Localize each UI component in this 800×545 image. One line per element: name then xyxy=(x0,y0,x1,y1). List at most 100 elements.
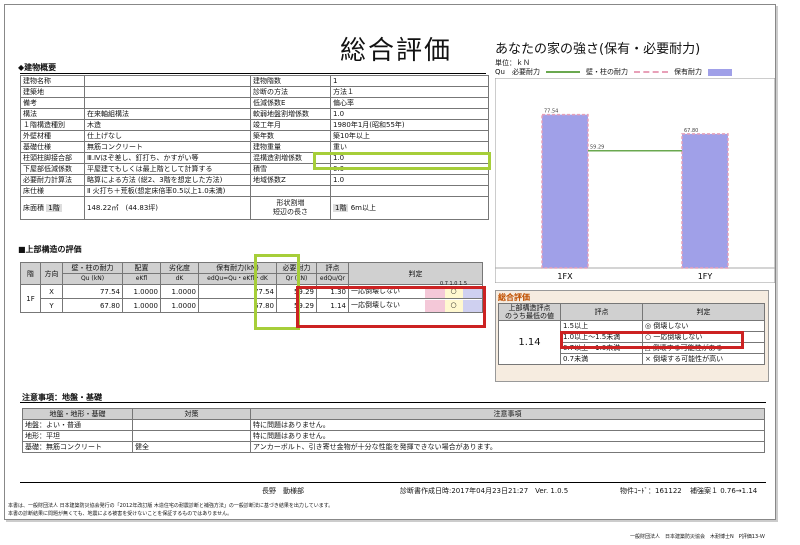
sub-score: edQu/Qr xyxy=(316,273,349,285)
chart-frame xyxy=(495,78,775,283)
building-value: 平屋建てもしくは最上階として計算する xyxy=(84,163,251,175)
building-value: 仕上げなし xyxy=(84,130,251,142)
building-label: 備考 xyxy=(20,97,85,109)
building-value xyxy=(84,75,251,87)
notes-cell xyxy=(132,430,251,442)
page-title: 総合評価 xyxy=(340,36,453,66)
footer-note2: 本書の診断結果に問題が無くても、地震による被害を受けないことを保証するものではあ… xyxy=(8,511,233,517)
overall-value: 1.14 xyxy=(498,320,561,365)
sub-dk: dK xyxy=(160,273,199,285)
highlight-overall xyxy=(560,331,744,349)
building-row: 備考 低減係数E 偏心率 xyxy=(20,97,489,109)
dk-y: 1.0000 xyxy=(160,298,199,313)
floor-area-label-text: 床面積 xyxy=(23,204,44,212)
highlight-judge xyxy=(296,286,486,328)
dir-x: X xyxy=(40,284,63,299)
floor-area-value: 148.22㎡ (44.83坪) xyxy=(84,196,251,220)
bar-chart: 77.54 1FX 67.80 1FY 59.29 xyxy=(495,78,775,283)
notes-cell xyxy=(132,419,251,431)
qu-y: 67.80 xyxy=(62,298,123,313)
building-label: 診断の方法 xyxy=(250,86,331,98)
legend-1: 壁・柱の耐力 xyxy=(585,68,628,76)
hdr-qu: 壁・柱の耐力 xyxy=(62,262,123,274)
notes-cell: 特に問題はありません。 xyxy=(250,430,765,442)
building-label: 建物名称 xyxy=(20,75,85,87)
building-value: 略算による方法 (総2、3階を想定した方法) xyxy=(84,174,251,186)
highlight-weight xyxy=(313,152,491,170)
building-label: 建築地 xyxy=(20,86,85,98)
building-value: 1.0 xyxy=(330,174,489,186)
building-row: １階構造種別 木造 竣工年月 1980年1月(昭和55年) xyxy=(20,119,489,131)
building-label: 下屋部低減係数 xyxy=(20,163,85,175)
ekfl-x: 1.0000 xyxy=(122,284,161,299)
overall-judge-3: × 倒壊する可能性が高い xyxy=(642,353,765,365)
short-side-label1: 形状割増 xyxy=(276,199,305,207)
notes-cell: 地盤：よい・普通 xyxy=(22,419,133,431)
short-side-label2: 短辺の長さ xyxy=(273,208,308,216)
building-value: 築10年以上 xyxy=(330,130,489,142)
overall-left-hdr: 上部構造評点 のうち最低の値 xyxy=(498,303,561,321)
qu-x: 77.54 xyxy=(62,284,123,299)
footer-publisher: 一般財団法人 日本建築防災協会 木耐博士N P評価13-Ｗ xyxy=(630,534,765,540)
footer-note1: 本書は、一般財団法人 日本建築防災協会発行の「2012年改訂版 木造住宅の耐震診… xyxy=(8,503,334,509)
footer-place: 長野 動様部 xyxy=(262,487,304,495)
building-value: 方法１ xyxy=(330,86,489,98)
hdr-score: 評点 xyxy=(316,262,349,274)
notes-hdr-1: 対策 xyxy=(132,408,251,420)
notes-cell: 基礎：無筋コンクリート xyxy=(22,441,133,453)
sub-qu: Qu (kN) xyxy=(62,273,123,285)
building-table: 建物名称 建物階数 1 建築地 診断の方法 方法１ 備考 低減係数E 偏心率 構法 在来軸組構法 軟弱… xyxy=(20,75,489,220)
building-label: １階構造種別 xyxy=(20,119,85,131)
building-label: 軟弱地盤割増係数 xyxy=(250,108,331,120)
notes-hdr-0: 地盤・地形・基礎 xyxy=(22,408,133,420)
divider xyxy=(20,402,766,403)
legend-0: Qu 必要耐力 xyxy=(495,68,540,76)
building-row: 外壁材種 仕上げなし 築年数 築10年以上 xyxy=(20,130,489,142)
overall-score-3: 0.7未満 xyxy=(560,353,643,365)
overall-heading: 総合評価 xyxy=(498,293,530,302)
building-heading: ◆建物概要 xyxy=(18,63,57,72)
legend-2: 保有耐力 xyxy=(673,68,702,76)
footer-datetime: 診断書作成日時:2017年04月23日21:27 Ver. 1.0.5 xyxy=(400,487,569,495)
divider xyxy=(20,73,486,74)
building-value xyxy=(84,97,251,109)
legend-1-swatch xyxy=(633,71,668,73)
notes-hdr-2: 注意事項 xyxy=(250,408,765,420)
hdr-dk: 劣化度 xyxy=(160,262,199,274)
divider xyxy=(20,482,766,483)
overall-left-hdr1: 上部構造評点 xyxy=(508,304,551,313)
building-row: 基礎仕様 無筋コンクリート 建物重量 重い xyxy=(20,141,489,153)
building-value: Ⅱ 火打ち＋荒板(想定床倍率0.5以上1.0未満) xyxy=(84,185,251,197)
building-label: 建物重量 xyxy=(250,141,331,153)
building-value: 偏心率 xyxy=(330,97,489,109)
building-label: 竣工年月 xyxy=(250,119,331,131)
building-value: 重い xyxy=(330,141,489,153)
building-value: 在来軸組構法 xyxy=(84,108,251,120)
building-value xyxy=(330,185,489,197)
notes-cell: 健全 xyxy=(132,441,251,453)
ekfl-y: 1.0000 xyxy=(122,298,161,313)
building-label: 柱頭柱脚接合部 xyxy=(20,152,85,164)
short-side-value: 1階 6m以上 xyxy=(330,196,489,220)
hdr-dir: 方向 xyxy=(40,262,63,285)
building-label: 地域係数Z xyxy=(250,174,331,186)
building-row: 構法 在来軸組構法 軟弱地盤割増係数 1.0 xyxy=(20,108,489,120)
building-label: 低減係数E xyxy=(250,97,331,109)
chart-legend: Qu 必要耐力 壁・柱の耐力 保有耐力 xyxy=(495,67,732,77)
building-value: 無筋コンクリート xyxy=(84,141,251,153)
notes-cell: 特に問題はありません。 xyxy=(250,419,765,431)
building-row: 建築地 診断の方法 方法１ xyxy=(20,86,489,98)
highlight-qr xyxy=(254,254,300,330)
building-label xyxy=(250,185,331,197)
building-label: 建物階数 xyxy=(250,75,331,87)
building-value: 木造 xyxy=(84,119,251,131)
building-label: 築年数 xyxy=(250,130,331,142)
overall-col-score: 評点 xyxy=(560,303,643,321)
building-row: 必要耐力計算法 略算による方法 (総2、3階を想定した方法) 地域係数Z 1.0 xyxy=(20,174,489,186)
floor-area-row: 床面積 1階 148.22㎡ (44.83坪) 形状割増 短辺の長さ 1階 6m以上 xyxy=(20,196,489,220)
building-value: Ⅲ.Ⅳほぞ差し、釘打ち、かすがい等 xyxy=(84,152,251,164)
short-side-label: 形状割増 短辺の長さ xyxy=(250,196,331,220)
building-value: 1980年1月(昭和55年) xyxy=(330,119,489,131)
building-value xyxy=(84,86,251,98)
legend-2-swatch xyxy=(707,68,732,76)
